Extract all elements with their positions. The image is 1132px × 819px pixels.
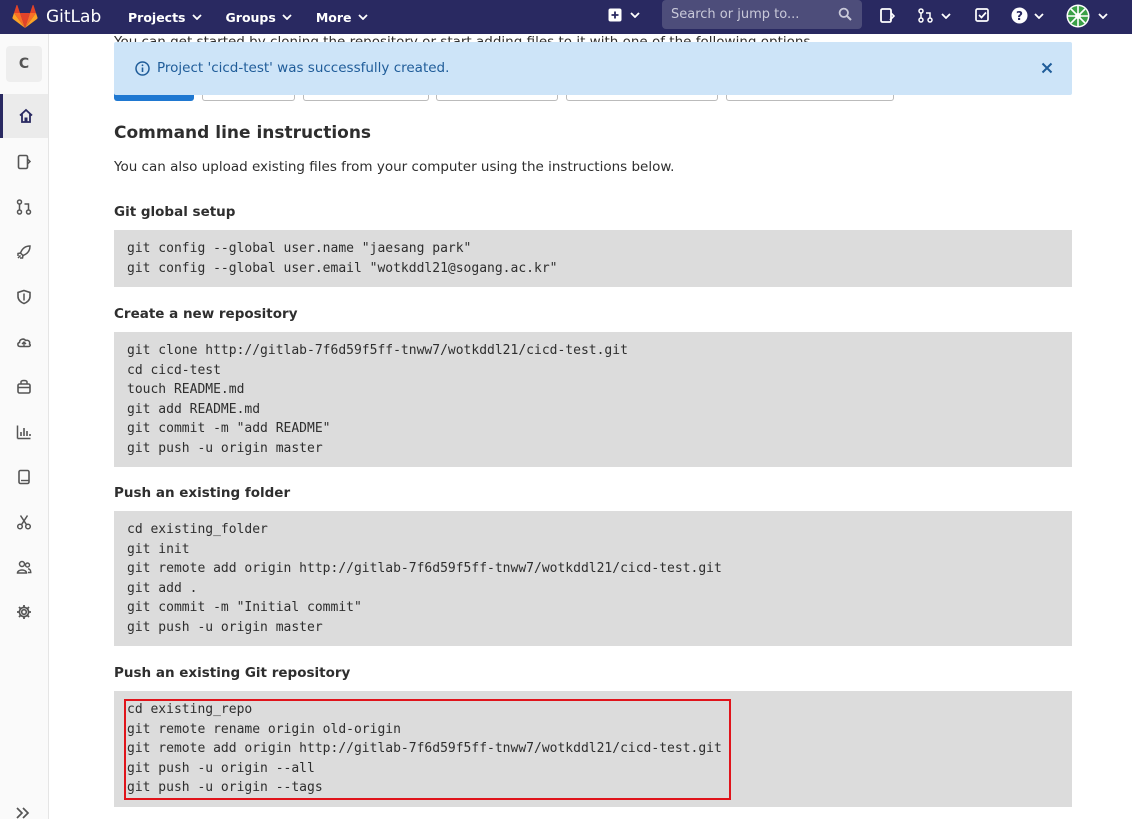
- code-line: cd existing_folder: [127, 522, 268, 537]
- flash-notice: Project 'cicd-test' was successfully cre…: [114, 42, 1072, 95]
- todos-button[interactable]: [975, 8, 990, 23]
- search-placeholder: Search or jump to...: [671, 7, 800, 22]
- chevron-down-icon: [357, 14, 368, 20]
- close-icon[interactable]: [1040, 61, 1054, 75]
- code-line: git config --global user.name "jaesang p…: [127, 241, 472, 256]
- doc-icon: [17, 154, 32, 170]
- merge-requests-dropdown[interactable]: [918, 8, 951, 23]
- sidebar-item-settings[interactable]: [0, 590, 48, 634]
- svg-text:?: ?: [1016, 9, 1023, 23]
- page-subtitle: You can also upload existing files from …: [114, 159, 675, 175]
- issues-button[interactable]: [880, 8, 895, 23]
- code-line: git add .: [127, 580, 198, 596]
- code-line: git commit -m "Initial commit": [127, 600, 362, 615]
- search-icon: [838, 7, 852, 21]
- page-heading: Command line instructions: [114, 123, 372, 143]
- code-line: git remote add origin http://gitlab-7f6d…: [127, 561, 722, 576]
- todo-check-icon: [975, 8, 989, 22]
- code-line: git clone http://gitlab-7f6d59f5ff-tnww7…: [127, 343, 628, 358]
- nav-projects-label: Projects: [128, 9, 186, 25]
- section-title-git-global-setup: Git global setup: [114, 204, 236, 220]
- chevron-down-icon: [191, 14, 202, 20]
- nav-more-dropdown[interactable]: More: [316, 10, 368, 25]
- search-input[interactable]: Search or jump to...: [662, 0, 862, 29]
- nav-groups-dropdown[interactable]: Groups: [226, 10, 292, 25]
- nav-projects-dropdown[interactable]: Projects: [128, 10, 202, 25]
- code-line: git add README.md: [127, 401, 261, 417]
- chevron-down-icon: [1034, 12, 1044, 19]
- gitlab-logo-icon: [12, 5, 38, 28]
- sidebar-item-snippets[interactable]: [0, 500, 48, 544]
- gear-icon: [17, 605, 31, 619]
- scissors-icon: [16, 515, 32, 530]
- section-title-push-existing-repo: Push an existing Git repository: [114, 665, 351, 681]
- gitlab-home-link[interactable]: GitLab: [12, 5, 112, 29]
- shield-icon: [17, 289, 31, 305]
- help-question-icon: ?: [1011, 7, 1028, 24]
- book-icon: [18, 469, 30, 485]
- project-avatar[interactable]: C: [6, 46, 42, 82]
- sidebar-item-operations[interactable]: [0, 320, 48, 364]
- code-block-push-existing-repo[interactable]: cd existing_repo git remote rename origi…: [114, 691, 1072, 807]
- merge-request-icon: [16, 199, 32, 215]
- sidebar-item-merge-requests[interactable]: [0, 185, 48, 229]
- nav-menu: Projects Groups More: [128, 10, 392, 25]
- project-sidebar: C: [0, 34, 49, 819]
- code-line: git init: [127, 541, 190, 557]
- sidebar-item-wiki[interactable]: [0, 455, 48, 499]
- nav-groups-label: Groups: [225, 9, 276, 25]
- sidebar-item-ci-cd[interactable]: [0, 230, 48, 274]
- chart-icon: [16, 425, 31, 440]
- code-line: git push -u origin master: [127, 440, 323, 456]
- help-dropdown[interactable]: ?: [1011, 7, 1044, 24]
- code-line: git push -u origin --tags: [127, 780, 323, 795]
- code-line: cd existing_repo: [127, 702, 253, 717]
- double-chevron-right-icon: [16, 807, 30, 819]
- code-line: git commit -m "add README": [127, 421, 331, 436]
- sidebar-item-analytics[interactable]: [0, 410, 48, 454]
- code-block-push-existing-folder[interactable]: cd existing_folder git init git remote a…: [114, 511, 1072, 646]
- brand-name: GitLab: [46, 7, 102, 27]
- plus-square-icon: [608, 8, 622, 22]
- user-menu-dropdown[interactable]: [1066, 4, 1108, 28]
- code-line: git config --global user.email "wotkddl2…: [127, 260, 558, 276]
- sidebar-item-members[interactable]: [0, 545, 48, 589]
- merge-request-icon: [918, 8, 933, 23]
- users-icon: [16, 560, 32, 574]
- sidebar-item-repository[interactable]: [0, 140, 48, 184]
- issues-icon: [880, 8, 895, 23]
- sidebar-item-packages[interactable]: [0, 365, 48, 409]
- package-icon: [17, 379, 31, 394]
- sidebar-item-project-overview[interactable]: [0, 94, 48, 138]
- chevron-down-icon: [1098, 13, 1108, 19]
- section-title-create-repository: Create a new repository: [114, 306, 298, 322]
- collapse-sidebar-button[interactable]: [16, 804, 30, 819]
- code-block-git-global-setup[interactable]: git config --global user.name "jaesang p…: [114, 230, 1072, 287]
- sidebar-item-security[interactable]: [0, 275, 48, 319]
- top-navbar: GitLab Projects Groups More Search or ju…: [0, 0, 1132, 34]
- nav-more-label: More: [315, 9, 352, 25]
- avatar: [1066, 4, 1090, 28]
- section-title-push-existing-folder: Push an existing folder: [114, 485, 291, 501]
- chevron-down-icon: [941, 12, 951, 19]
- flash-message: Project 'cicd-test' was successfully cre…: [157, 60, 450, 76]
- info-icon: [135, 61, 150, 76]
- new-item-dropdown[interactable]: [608, 8, 640, 22]
- code-line: touch README.md: [127, 382, 245, 397]
- code-line: git remote rename origin old-origin: [127, 721, 401, 737]
- chevron-down-icon: [282, 14, 292, 20]
- home-icon: [18, 108, 33, 123]
- code-line: git remote add origin http://gitlab-7f6d…: [127, 741, 722, 756]
- cloud-icon: [17, 338, 31, 348]
- code-line: git push -u origin --all: [127, 760, 315, 776]
- code-line: git push -u origin master: [127, 619, 323, 635]
- code-block-create-repository[interactable]: git clone http://gitlab-7f6d59f5ff-tnww7…: [114, 332, 1072, 467]
- project-initial: C: [18, 56, 30, 72]
- chevron-down-icon: [630, 12, 640, 18]
- code-line: cd cicd-test: [127, 362, 221, 378]
- rocket-icon: [17, 245, 31, 259]
